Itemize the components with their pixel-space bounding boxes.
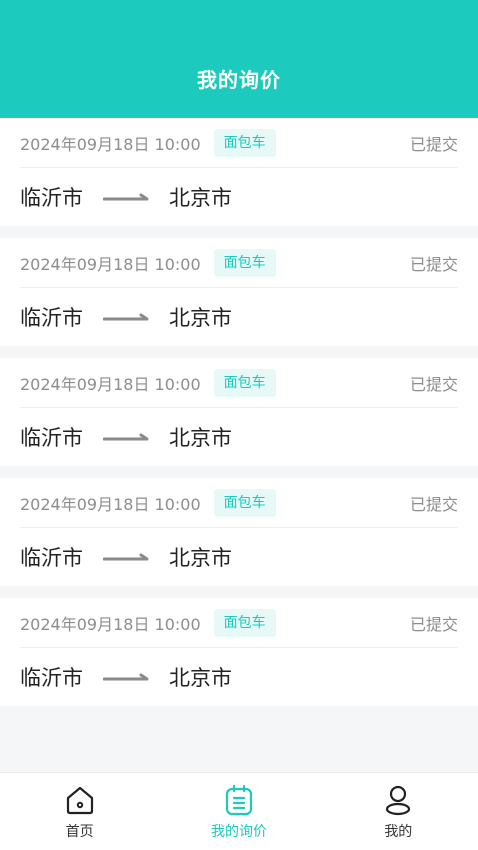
inquiry-card[interactable]: 2024年09月18日 10:00 面包车 已提交 临沂市 北京市 [0,118,478,226]
user-icon [386,785,411,816]
inquiry-date: 2024年09月18日 10:00 [20,374,201,394]
home-icon [66,786,93,815]
route-arrow-icon [103,193,149,201]
route: 临沂市 北京市 [20,528,458,586]
destination-city: 北京市 [169,186,232,210]
route-arrow-icon [103,553,149,561]
origin-city: 临沂市 [20,426,83,450]
inquiry-card[interactable]: 2024年09月18日 10:00 面包车 已提交 临沂市 北京市 [0,238,478,346]
inquiry-card[interactable]: 2024年09月18日 10:00 面包车 已提交 临沂市 北京市 [0,478,478,586]
destination-city: 北京市 [169,306,232,330]
destination-city: 北京市 [169,666,232,690]
inquiry-list: 2024年09月18日 10:00 面包车 已提交 临沂市 北京市 2024年0… [0,118,478,718]
origin-city: 临沂市 [20,666,83,690]
tab-label: 我的询价 [210,824,267,840]
tab-label: 我的 [384,824,413,840]
vehicle-tag: 面包车 [213,488,276,517]
clipboard-icon [225,784,253,816]
inquiry-date: 2024年09月18日 10:00 [20,134,201,154]
inquiry-date: 2024年09月18日 10:00 [20,614,201,634]
inquiry-date: 2024年09月18日 10:00 [20,494,201,514]
inquiry-date: 2024年09月18日 10:00 [20,254,201,274]
tab-label: 首页 [65,824,94,840]
destination-city: 北京市 [169,546,232,570]
card-header: 2024年09月18日 10:00 面包车 已提交 [20,118,458,168]
tab-my-inquiries[interactable]: 我的询价 [159,773,318,850]
vehicle-tag: 面包车 [213,368,276,397]
inquiry-card[interactable]: 2024年09月18日 10:00 面包车 已提交 临沂市 北京市 [0,358,478,466]
bottom-tab-bar: 首页 我的询价 我的 [0,772,478,850]
route: 临沂市 北京市 [20,168,458,226]
destination-city: 北京市 [169,426,232,450]
card-header: 2024年09月18日 10:00 面包车 已提交 [20,238,458,288]
tab-profile[interactable]: 我的 [319,773,478,850]
route-arrow-icon [103,673,149,681]
status-text: 已提交 [409,614,458,634]
tab-home[interactable]: 首页 [0,773,159,850]
origin-city: 临沂市 [20,186,83,210]
card-header: 2024年09月18日 10:00 面包车 已提交 [20,478,458,528]
route-arrow-icon [103,313,149,321]
route: 临沂市 北京市 [20,288,458,346]
vehicle-tag: 面包车 [213,128,276,157]
status-text: 已提交 [409,254,458,274]
route-arrow-icon [103,433,149,441]
header-bar: 我的询价 [0,0,478,118]
card-header: 2024年09月18日 10:00 面包车 已提交 [20,358,458,408]
status-text: 已提交 [409,134,458,154]
status-text: 已提交 [409,494,458,514]
page-title: 我的询价 [197,68,281,92]
status-text: 已提交 [409,374,458,394]
origin-city: 临沂市 [20,546,83,570]
route: 临沂市 北京市 [20,648,458,706]
vehicle-tag: 面包车 [213,248,276,277]
inquiry-card[interactable]: 2024年09月18日 10:00 面包车 已提交 临沂市 北京市 [0,598,478,706]
card-header: 2024年09月18日 10:00 面包车 已提交 [20,598,458,648]
route: 临沂市 北京市 [20,408,458,466]
vehicle-tag: 面包车 [213,608,276,637]
origin-city: 临沂市 [20,306,83,330]
